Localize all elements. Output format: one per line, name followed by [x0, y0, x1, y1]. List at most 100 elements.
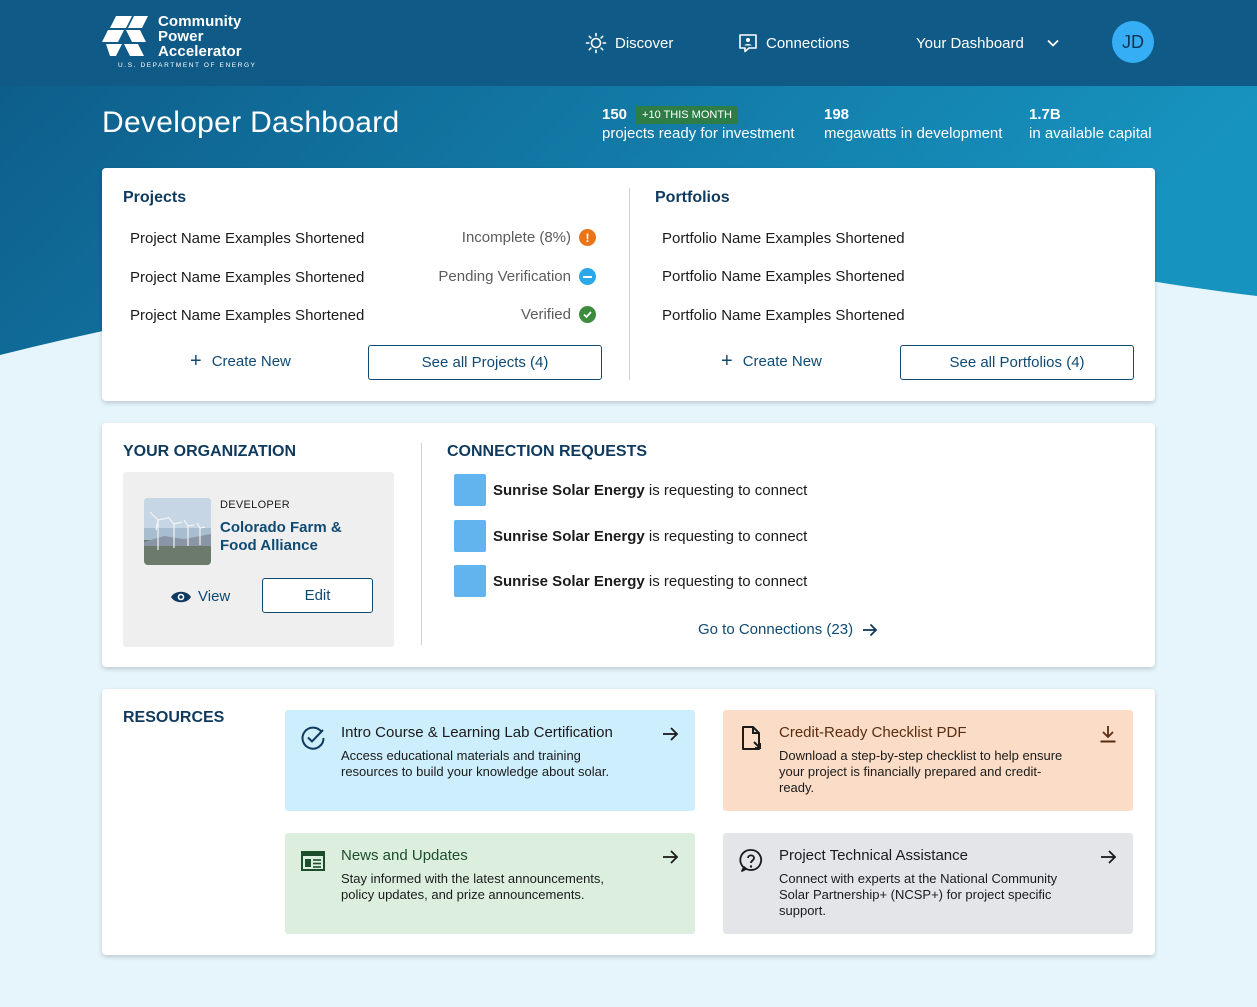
project-name[interactable]: Project Name Examples Shortened — [130, 269, 364, 286]
top-navigation: Community Power Accelerator U.S. DEPARTM… — [0, 0, 1257, 86]
stat-megawatts-label: megawatts in development — [824, 125, 1003, 142]
portfolio-name[interactable]: Portfolio Name Examples Shortened — [662, 268, 905, 285]
stat-projects-value: 150 — [602, 106, 628, 123]
project-status: Incomplete (8%) ! — [462, 229, 596, 246]
chevron-down-icon — [1047, 39, 1059, 47]
create-project-label: Create New — [211, 353, 291, 370]
resource-credit-checklist[interactable]: Credit-Ready Checklist PDF Download a st… — [723, 710, 1133, 811]
wind-turbines-image — [144, 498, 211, 565]
sun-icon — [585, 32, 607, 54]
project-status-label: Pending Verification — [438, 268, 571, 285]
nav-connections-label: Connections — [766, 34, 850, 52]
stat-capital: 1.7B in available capital — [1029, 105, 1152, 143]
organization-name[interactable]: Colorado Farm & Food Alliance — [220, 519, 360, 555]
see-all-projects-button[interactable]: See all Projects (4) — [368, 345, 602, 380]
connection-org-name: Sunrise Solar Energy — [493, 482, 645, 499]
plus-icon: + — [190, 350, 202, 372]
resource-description: Stay informed with the latest announceme… — [341, 871, 605, 902]
resource-description: Download a step-by-step checklist to hel… — [779, 748, 1063, 795]
check-circle-icon — [579, 306, 596, 323]
create-portfolio-label: Create New — [742, 353, 822, 370]
nav-discover-label: Discover — [615, 34, 674, 52]
go-to-connections-link[interactable]: Go to Connections (23) — [698, 621, 878, 638]
logo-subtitle: U.S. DEPARTMENT OF ENERGY — [118, 62, 257, 69]
project-name[interactable]: Project Name Examples Shortened — [130, 230, 364, 247]
resource-title: Intro Course & Learning Lab Certificatio… — [341, 724, 613, 741]
connection-request[interactable]: Sunrise Solar Energy is requesting to co… — [454, 565, 954, 597]
stat-capital-value: 1.7B — [1029, 106, 1061, 123]
project-name[interactable]: Project Name Examples Shortened — [130, 307, 364, 324]
page-title: Developer Dashboard — [102, 106, 400, 139]
portfolios-heading: Portfolios — [655, 189, 730, 206]
view-organization-label: View — [198, 588, 231, 605]
help-icon — [739, 849, 763, 872]
create-portfolio-button[interactable]: + Create New — [721, 351, 822, 371]
resource-intro-course[interactable]: Intro Course & Learning Lab Certificatio… — [285, 710, 695, 811]
logo-line-1: Community — [158, 13, 242, 30]
arrow-right-icon — [1101, 850, 1117, 864]
connection-request[interactable]: Sunrise Solar Energy is requesting to co… — [454, 520, 954, 552]
arrow-right-icon — [663, 727, 679, 741]
nav-dashboard-label: Your Dashboard — [916, 34, 1024, 52]
stat-megawatts-value: 198 — [824, 106, 850, 123]
stat-capital-label: in available capital — [1029, 125, 1152, 142]
newspaper-icon — [301, 851, 325, 871]
project-status-label: Incomplete (8%) — [461, 229, 571, 246]
logo-line-3: Accelerator — [158, 43, 242, 60]
organization-image — [144, 498, 211, 565]
connection-request-text: Sunrise Solar Energy is requesting to co… — [493, 528, 807, 545]
connection-request-text: Sunrise Solar Energy is requesting to co… — [493, 482, 807, 499]
stat-projects-badge: +10 THIS MONTH — [636, 105, 738, 124]
divider — [629, 188, 630, 380]
user-avatar[interactable]: JD — [1112, 21, 1154, 63]
logo-text: Community Power Accelerator — [158, 14, 242, 59]
organization-connections-card: YOUR ORGANIZATION DEVELOPER Colorado Far… — [102, 423, 1155, 667]
arrow-right-icon — [863, 623, 878, 636]
arrow-right-icon — [663, 850, 679, 864]
resource-title: Project Technical Assistance — [779, 847, 968, 864]
nav-your-dashboard[interactable]: Your Dashboard — [916, 30, 1060, 56]
connections-icon — [739, 34, 757, 53]
resource-title: Credit-Ready Checklist PDF — [779, 724, 967, 741]
connection-org-name: Sunrise Solar Energy — [493, 573, 645, 590]
organization-heading: YOUR ORGANIZATION — [123, 443, 297, 460]
view-organization-button[interactable]: View — [170, 588, 230, 605]
connection-request-suffix: is requesting to connect — [644, 528, 808, 545]
org-logo-placeholder — [454, 565, 486, 597]
org-logo-placeholder — [454, 520, 486, 552]
connection-request-suffix: is requesting to connect — [644, 573, 808, 590]
document-icon — [742, 726, 761, 750]
portfolio-name[interactable]: Portfolio Name Examples Shortened — [662, 230, 905, 247]
portfolio-name[interactable]: Portfolio Name Examples Shortened — [662, 307, 905, 324]
projects-portfolios-card: Projects Project Name Examples Shortened… — [102, 168, 1155, 401]
connection-request-text: Sunrise Solar Energy is requesting to co… — [493, 573, 807, 590]
project-status: Verified — [521, 306, 596, 323]
stat-projects: 150 +10 THIS MONTH projects ready for inv… — [602, 105, 795, 143]
project-status-label: Verified — [520, 306, 571, 323]
nav-connections[interactable]: Connections — [738, 30, 849, 56]
connection-request[interactable]: Sunrise Solar Energy is requesting to co… — [454, 474, 954, 506]
download-icon — [1100, 726, 1116, 743]
pending-icon — [579, 268, 596, 285]
projects-heading: Projects — [123, 189, 187, 206]
nav-discover[interactable]: Discover — [585, 30, 673, 56]
organization-role: DEVELOPER — [220, 499, 290, 511]
stat-megawatts: 198 megawatts in development — [824, 105, 1002, 143]
resource-news-updates[interactable]: News and Updates Stay informed with the … — [285, 833, 695, 934]
see-all-portfolios-button[interactable]: See all Portfolios (4) — [900, 345, 1134, 380]
connection-org-name: Sunrise Solar Energy — [493, 528, 645, 545]
logo-line-2: Power — [158, 28, 204, 45]
org-logo-placeholder — [454, 474, 486, 506]
logo-mark-icon — [102, 16, 148, 56]
stat-projects-label: projects ready for investment — [602, 125, 795, 142]
resource-technical-assistance[interactable]: Project Technical Assistance Connect wit… — [723, 833, 1133, 934]
connection-requests-heading: CONNECTION REQUESTS — [447, 443, 648, 460]
logo[interactable]: Community Power Accelerator U.S. DEPARTM… — [102, 14, 255, 72]
eye-icon — [171, 591, 191, 602]
create-project-button[interactable]: + Create New — [190, 350, 291, 372]
connection-request-suffix: is requesting to connect — [644, 482, 808, 499]
resource-description: Connect with experts at the National Com… — [779, 871, 1058, 918]
project-status: Pending Verification — [438, 268, 596, 285]
resources-card: RESOURCES Intro Course & Learning Lab Ce… — [102, 689, 1155, 955]
edit-organization-button[interactable]: Edit — [262, 578, 373, 613]
